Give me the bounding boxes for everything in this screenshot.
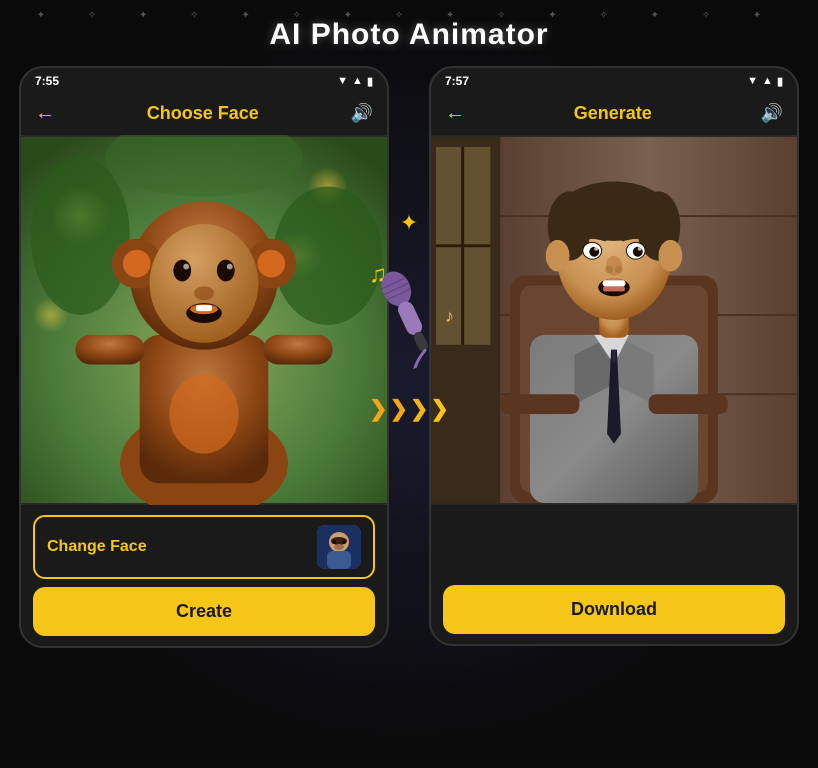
time-right: 7:57 — [445, 74, 469, 88]
photo-area-left — [21, 135, 387, 505]
arrow-3: ❯ — [410, 396, 428, 422]
nav-title-left: Choose Face — [147, 103, 259, 124]
phone-right: 7:57 ▼ ▲ ▮ ← Generate 🔊 — [429, 66, 799, 646]
top-nav-left: ← Choose Face 🔊 — [21, 94, 387, 135]
create-button[interactable]: Create — [33, 587, 375, 636]
sparkle-icon: ✦ — [400, 210, 418, 236]
status-icons-left: ▼ ▲ ▮ — [337, 75, 373, 88]
suit-man-photo — [431, 135, 797, 505]
create-label: Create — [176, 601, 232, 621]
status-bar-right: 7:57 ▼ ▲ ▮ — [431, 68, 797, 94]
arrow-2: ❯ — [390, 396, 408, 422]
status-bar-left: 7:55 ▼ ▲ ▮ — [21, 68, 387, 94]
signal-icon: ▼ — [337, 75, 348, 87]
download-button[interactable]: Download — [443, 585, 785, 634]
sound-button-right[interactable]: 🔊 — [761, 103, 783, 124]
time-left: 7:55 — [35, 74, 59, 88]
top-nav-right: ← Generate 🔊 — [431, 94, 797, 135]
battery-icon: ▮ — [367, 75, 373, 88]
battery-icon-right: ▮ — [777, 75, 783, 88]
change-face-button[interactable]: Change Face — [33, 515, 375, 579]
signal-icon-right: ▼ — [747, 75, 758, 87]
status-icons-right: ▼ ▲ ▮ — [747, 75, 783, 88]
wifi-icon-right: ▲ — [762, 75, 773, 87]
change-face-label: Change Face — [47, 538, 147, 556]
spacer — [443, 515, 785, 577]
back-button-left[interactable]: ← — [35, 102, 55, 125]
phone-left: 7:55 ▼ ▲ ▮ ← Choose Face 🔊 — [19, 66, 389, 648]
download-label: Download — [571, 599, 657, 619]
app-title: AI Photo Animator — [269, 18, 548, 52]
phones-container: 7:55 ▼ ▲ ▮ ← Choose Face 🔊 — [19, 66, 799, 648]
face-thumbnail — [317, 525, 361, 569]
photo-area-right — [431, 135, 797, 505]
phone-bottom-left: Change Face Create — [21, 505, 387, 646]
back-button-right[interactable]: ← — [445, 102, 465, 125]
nav-title-right: Generate — [574, 103, 652, 124]
sound-button-left[interactable]: 🔊 — [351, 103, 373, 124]
wifi-icon: ▲ — [352, 75, 363, 87]
child-monkey-photo — [21, 135, 387, 505]
phone-bottom-right: Download — [431, 505, 797, 644]
